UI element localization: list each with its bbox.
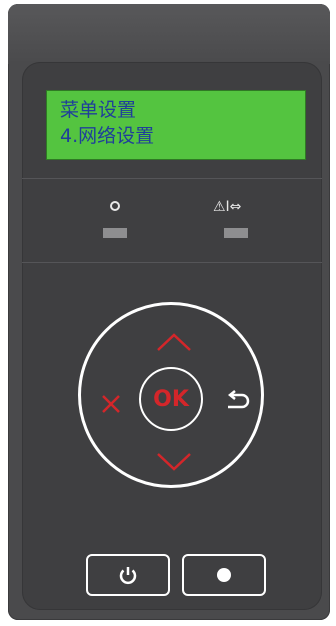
chevron-up-icon[interactable]: [156, 332, 192, 352]
power-icon: [119, 567, 137, 585]
lcd-line-2: 4.网络设置: [60, 125, 155, 147]
ok-button[interactable]: OK: [139, 367, 203, 431]
divider-middle: [22, 262, 322, 263]
lcd-display: 菜单设置 4.网络设置: [46, 90, 306, 160]
chevron-down-icon[interactable]: [156, 452, 192, 472]
ready-led: [103, 228, 127, 238]
return-arrow-icon[interactable]: [224, 390, 252, 414]
dot-button[interactable]: [182, 554, 266, 596]
ready-circle-icon: [110, 201, 120, 211]
divider-top: [22, 178, 322, 179]
dot-icon: [217, 568, 231, 582]
status-label: ⚠I⇔: [213, 199, 242, 215]
power-button[interactable]: [86, 554, 170, 596]
x-icon[interactable]: [100, 393, 122, 415]
panel-top-bevel: [8, 4, 330, 64]
lcd-line-1: 菜单设置: [60, 99, 137, 121]
status-led: [224, 228, 248, 238]
